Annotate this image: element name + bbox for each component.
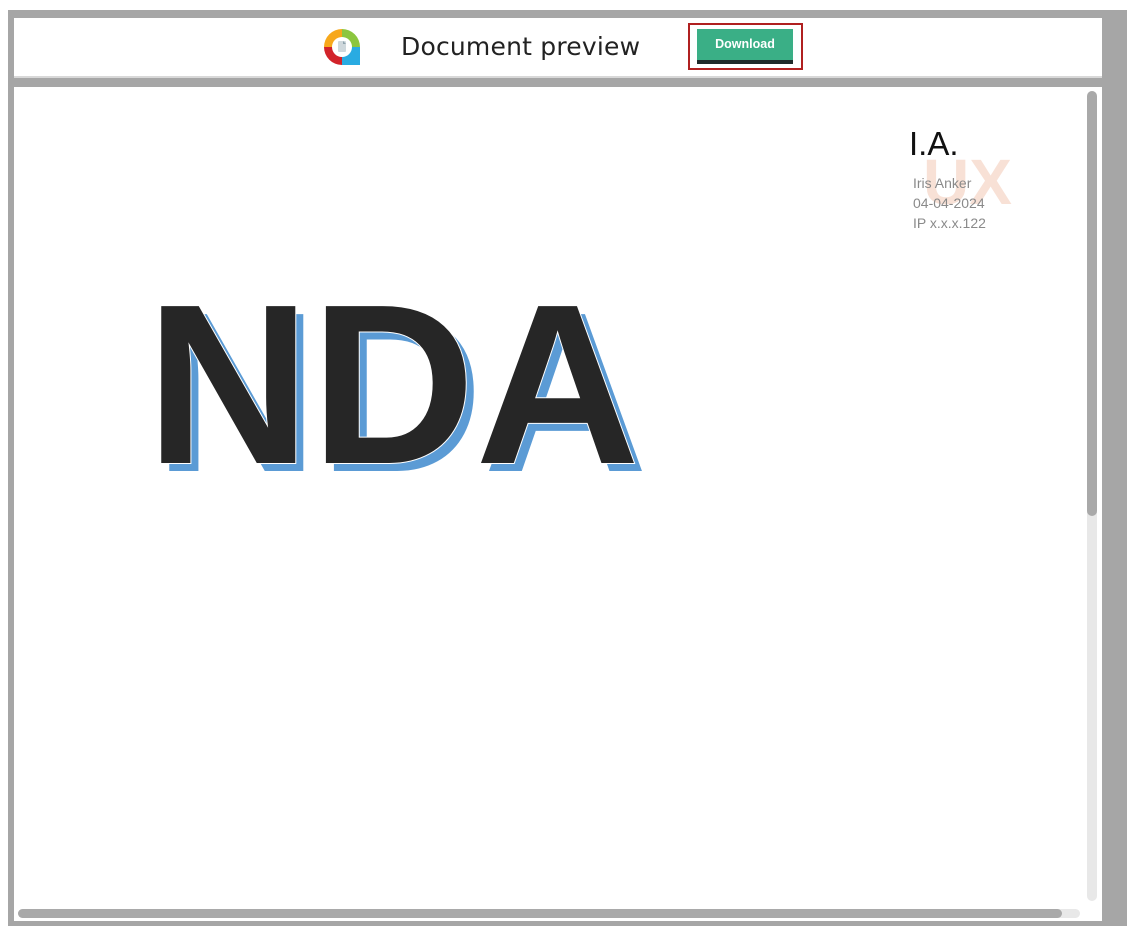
download-button[interactable]: Download xyxy=(697,29,793,64)
signature-initials: I.A. xyxy=(909,125,959,162)
download-button-focus-outline: Download xyxy=(688,23,803,70)
document-heading: NDA NDA xyxy=(145,287,644,487)
signature-block: UX I.A. Iris Anker 04-04-2024 IP x.x.x.1… xyxy=(907,125,1047,231)
horizontal-scrollbar[interactable] xyxy=(18,909,1080,918)
document-viewer[interactable]: NDA NDA UX I.A. Iris Anker 04-04-2024 IP… xyxy=(14,87,1102,921)
signer-name: Iris Anker xyxy=(913,175,972,191)
app-logo-icon xyxy=(324,29,360,65)
vertical-scrollbar[interactable] xyxy=(1087,91,1097,901)
header-divider xyxy=(14,76,1102,78)
signature-date: 04-04-2024 xyxy=(913,195,985,211)
vertical-scrollbar-thumb[interactable] xyxy=(1087,91,1097,516)
heading-text: NDA xyxy=(146,287,640,487)
preview-frame: Document preview Download NDA NDA UX I.A… xyxy=(8,10,1127,926)
header-bar: Document preview Download xyxy=(14,18,1102,76)
signature-ip: IP x.x.x.122 xyxy=(913,215,986,231)
page-title: Document preview xyxy=(401,32,641,61)
horizontal-scrollbar-thumb[interactable] xyxy=(18,909,1062,918)
